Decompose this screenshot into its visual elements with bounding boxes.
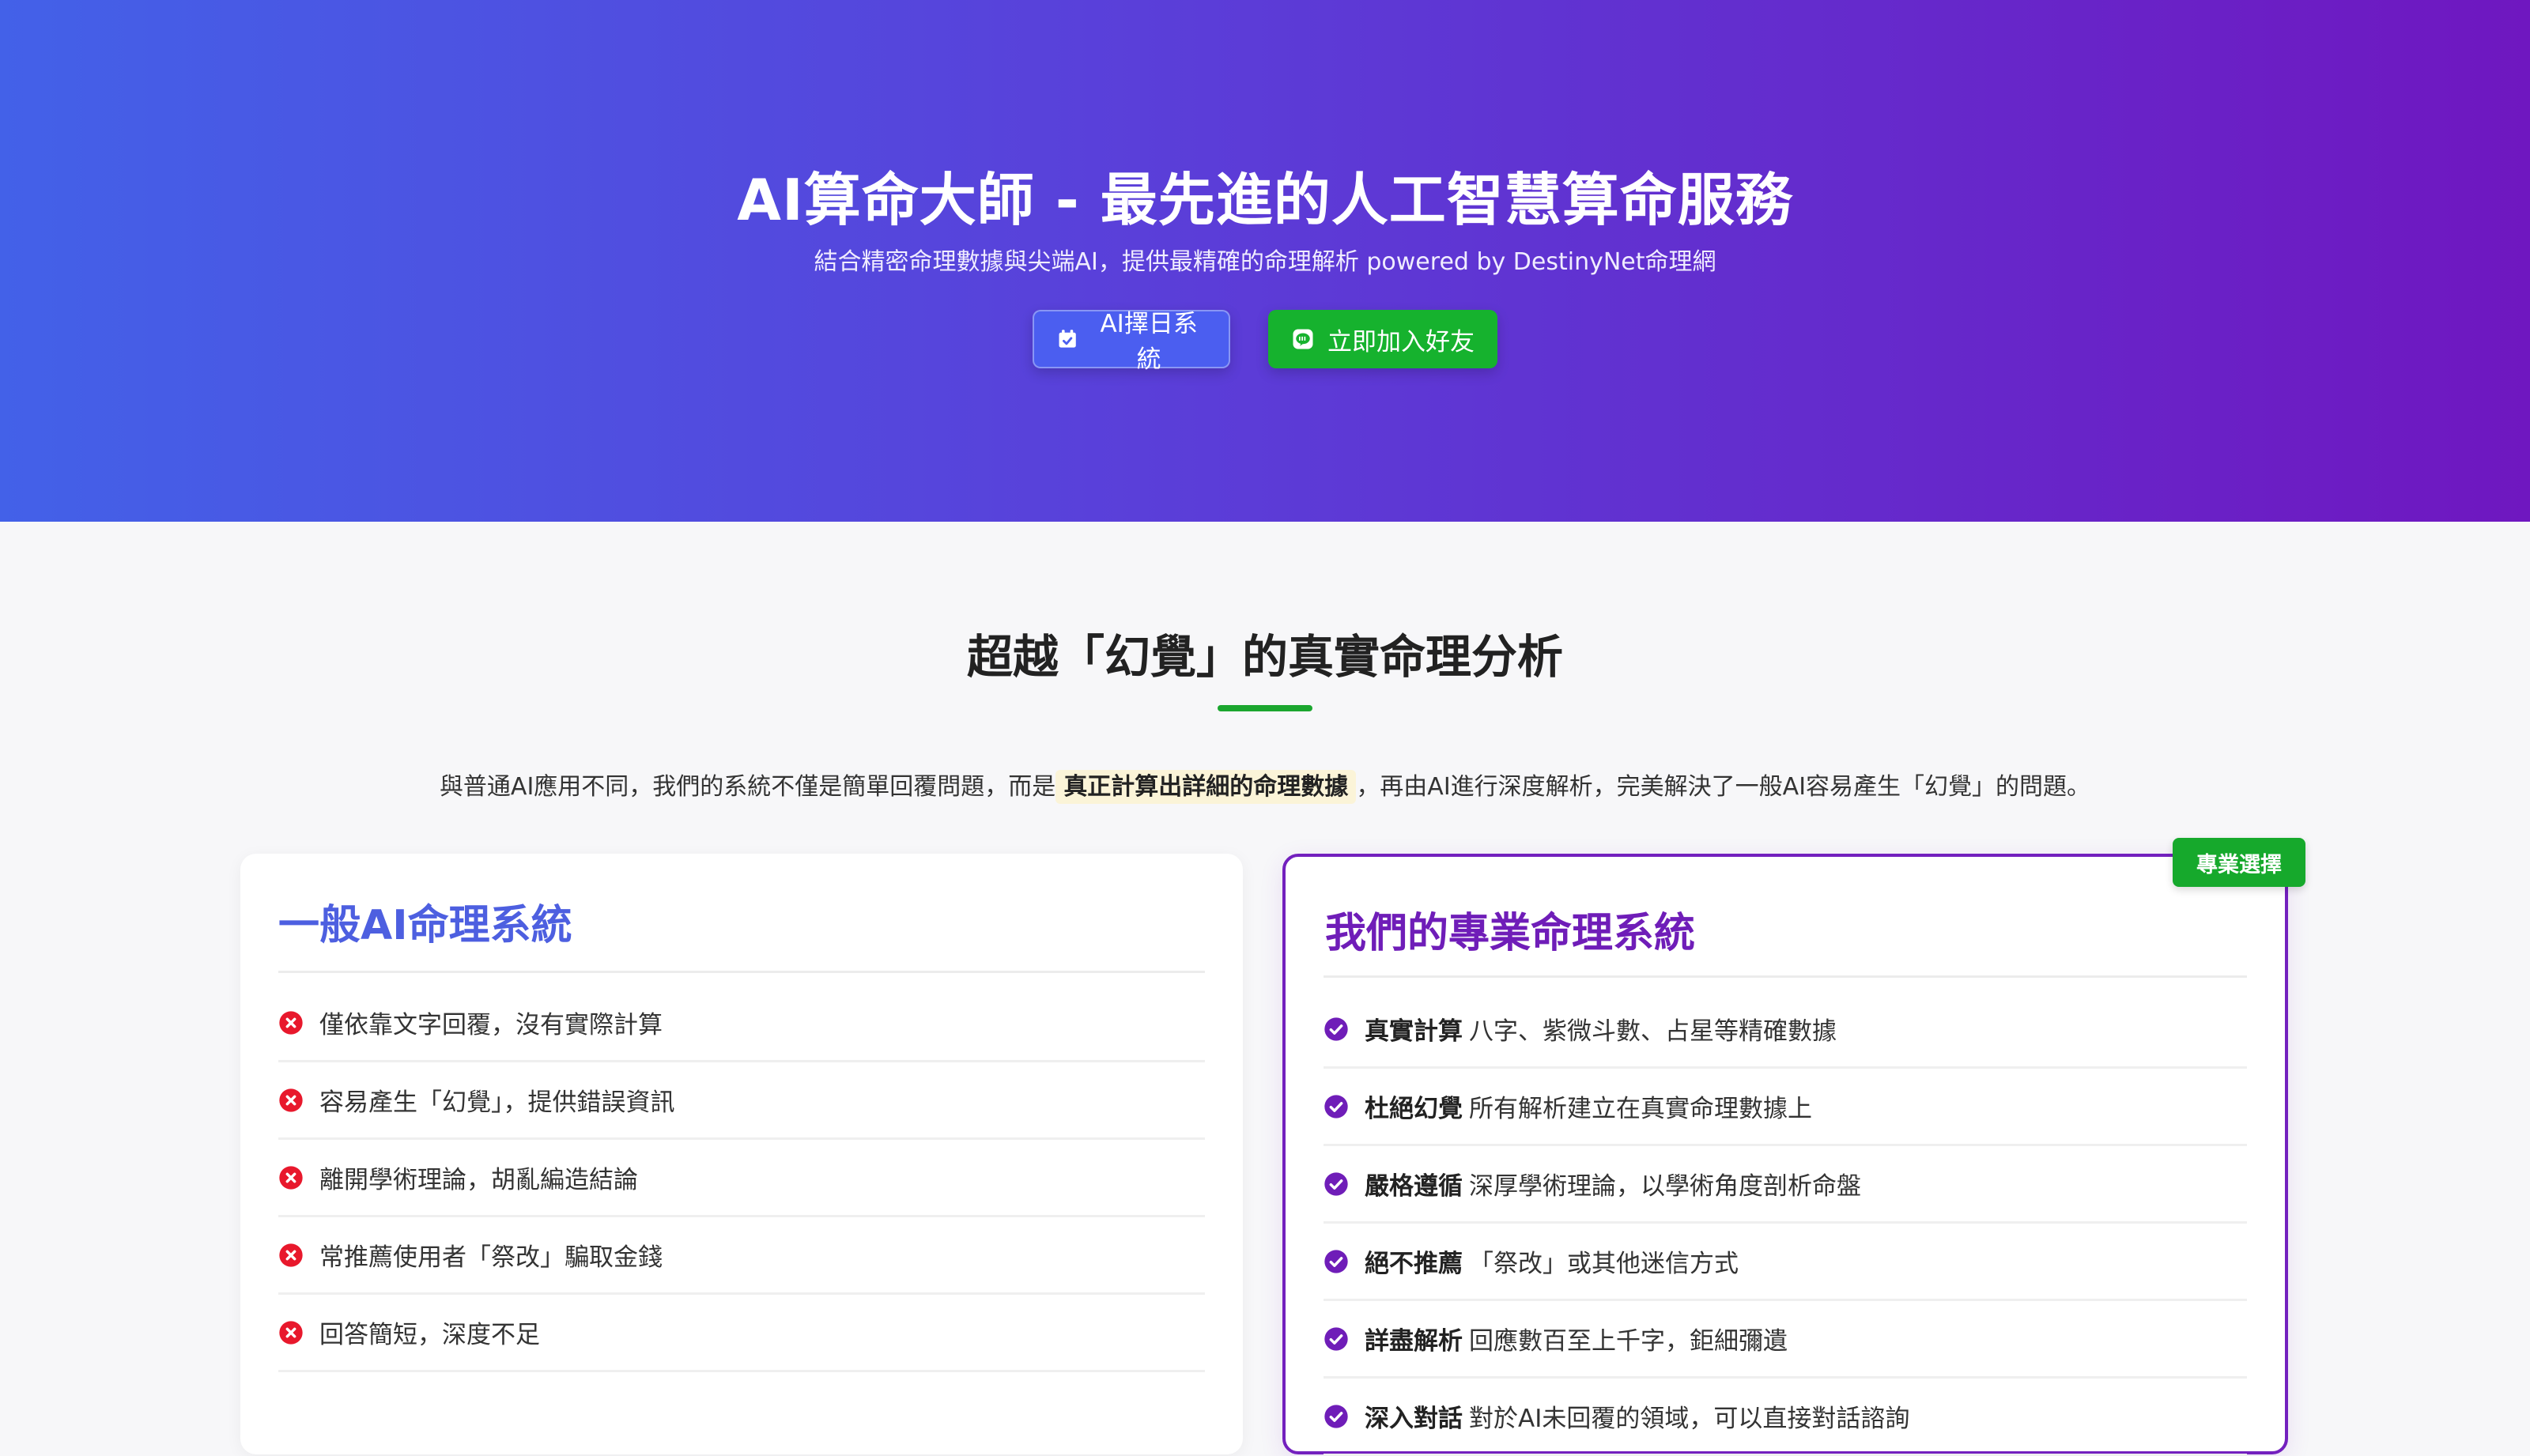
check-circle-icon	[1324, 1326, 1348, 1351]
intro-text-after: ，再由AI進行深度解析，完美解決了一般AI容易產生「幻覺」的問題。	[1356, 773, 2091, 801]
feature-text: 對於AI未回覆的領域，可以直接對話諮詢	[1469, 1405, 1910, 1433]
hero-subtitle: 結合精密命理數據與尖端AI，提供最精確的命理解析 powered by Dest…	[814, 248, 1716, 276]
check-circle-icon	[1324, 1171, 1348, 1196]
professional-system-card: 我們的專業命理系統 真實計算 八字、紫微斗數、占星等精確數據 杜絕幻覺 所有解析建立…	[1282, 854, 2288, 1456]
card-divider	[278, 971, 1205, 973]
x-circle-icon	[279, 1165, 303, 1190]
list-item: 離開學術理論，胡亂編造結論	[278, 1140, 1205, 1217]
general-card-title: 一般AI命理系統	[278, 902, 572, 949]
feature-label: 嚴格遵循	[1365, 1172, 1463, 1201]
hero-button-group: AI擇日系統 立即加入好友	[0, 310, 2530, 374]
list-item-text: 僅依靠文字回覆，沒有實際計算	[319, 1011, 663, 1039]
list-item: 真實計算 八字、紫微斗數、占星等精確數據	[1324, 991, 2247, 1069]
feature-text: 八字、紫微斗數、占星等精確數據	[1469, 1017, 1837, 1046]
card-divider	[1324, 975, 2247, 978]
pro-card-title: 我們的專業命理系統	[1325, 910, 1696, 957]
section-title: 超越「幻覺」的真實命理分析	[966, 630, 1563, 684]
check-circle-icon	[1324, 1094, 1348, 1118]
feature-label: 真實計算	[1365, 1017, 1463, 1046]
feature-label: 絕不推薦	[1365, 1250, 1463, 1278]
x-circle-icon	[279, 1088, 303, 1112]
hero-banner: AI算命大師 - 最先進的人工智慧算命服務 結合精密命理數據與尖端AI，提供最精…	[0, 0, 2530, 522]
general-ai-card: 一般AI命理系統 僅依靠文字回覆，沒有實際計算 容易產生「幻覺」，提供錯誤資訊 …	[240, 854, 1243, 1454]
intro-text-before: 與普通AI應用不同，我們的系統不僅是簡單回覆問題，而是	[439, 773, 1056, 801]
x-circle-icon	[279, 1243, 303, 1267]
calendar-check-icon	[1059, 330, 1076, 348]
intro-highlight: 真正計算出詳細的命理數據	[1055, 770, 1357, 804]
check-circle-icon	[1324, 1017, 1348, 1041]
general-feature-list: 僅依靠文字回覆，沒有實際計算 容易產生「幻覺」，提供錯誤資訊 離開學術理論，胡亂…	[278, 985, 1205, 1372]
feature-text: 「祭改」或其他迷信方式	[1469, 1250, 1739, 1278]
check-circle-icon	[1324, 1404, 1348, 1428]
list-item-text: 離開學術理論，胡亂編造結論	[319, 1166, 638, 1194]
x-circle-icon	[279, 1010, 303, 1035]
line-chat-icon	[1293, 329, 1313, 349]
feature-text: 所有解析建立在真實命理數據上	[1469, 1095, 1812, 1123]
ai-date-selection-label: AI擇日系統	[1100, 310, 1198, 374]
ai-date-selection-button[interactable]: AI擇日系統	[1033, 310, 1230, 374]
list-item-text: 回答簡短，深度不足	[319, 1321, 540, 1349]
intro-paragraph: 與普通AI應用不同，我們的系統不僅是簡單回覆問題，而是 真正計算出詳細的命理數據，…	[0, 767, 2530, 804]
check-circle-icon	[1324, 1249, 1348, 1273]
x-circle-icon	[279, 1320, 303, 1345]
list-item: 杜絕幻覺 所有解析建立在真實命理數據上	[1324, 1069, 2247, 1146]
title-underline	[1218, 705, 1312, 711]
list-item-text: 常推薦使用者「祭改」騙取金錢	[319, 1243, 663, 1272]
add-friend-label: 立即加入好友	[1327, 327, 1475, 356]
feature-text: 回應數百至上千字，鉅細彌遺	[1469, 1327, 1788, 1356]
hero-title: AI算命大師 - 最先進的人工智慧算命服務	[737, 167, 1793, 233]
list-item: 深入對話 對於AI未回覆的領域，可以直接對話諮詢	[1324, 1379, 2247, 1456]
professional-choice-badge: 專業選擇	[2173, 838, 2305, 887]
list-item: 絕不推薦 「祭改」或其他迷信方式	[1324, 1224, 2247, 1301]
pro-feature-list: 真實計算 八字、紫微斗數、占星等精確數據 杜絕幻覺 所有解析建立在真實命理數據上 嚴…	[1324, 991, 2247, 1456]
feature-text: 深厚學術理論，以學術角度剖析命盤	[1469, 1172, 1861, 1201]
add-friend-button[interactable]: 立即加入好友	[1268, 310, 1497, 368]
feature-label: 杜絕幻覺	[1365, 1095, 1463, 1123]
list-item: 僅依靠文字回覆，沒有實際計算	[278, 985, 1205, 1062]
list-item: 嚴格遵循 深厚學術理論，以學術角度剖析命盤	[1324, 1146, 2247, 1224]
feature-label: 深入對話	[1365, 1405, 1463, 1433]
list-item: 常推薦使用者「祭改」騙取金錢	[278, 1217, 1205, 1295]
list-item: 容易產生「幻覺」，提供錯誤資訊	[278, 1062, 1205, 1140]
list-item-text: 容易產生「幻覺」，提供錯誤資訊	[319, 1088, 675, 1117]
list-item: 詳盡解析 回應數百至上千字，鉅細彌遺	[1324, 1301, 2247, 1379]
feature-label: 詳盡解析	[1365, 1327, 1463, 1356]
list-item: 回答簡短，深度不足	[278, 1295, 1205, 1372]
